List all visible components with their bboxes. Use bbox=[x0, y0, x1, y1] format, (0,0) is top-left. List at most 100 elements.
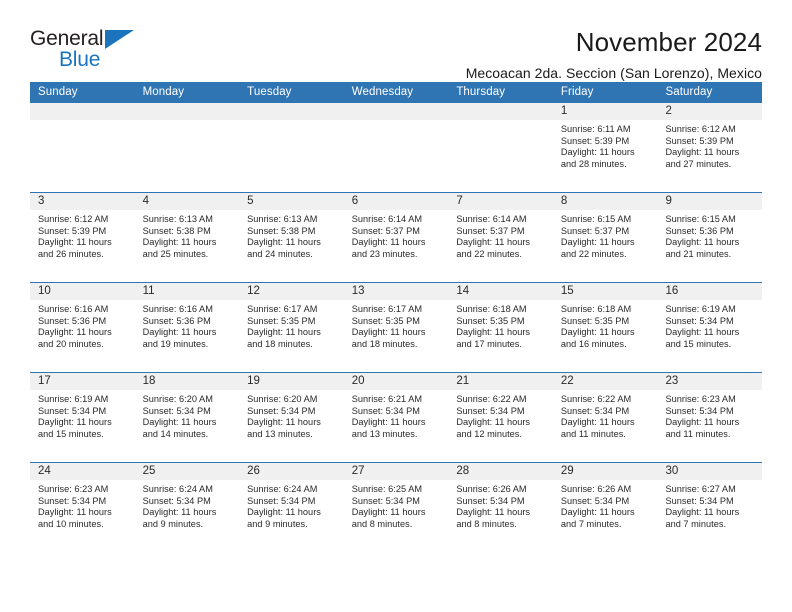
weekday-header-row: Sunday Monday Tuesday Wednesday Thursday… bbox=[30, 82, 762, 103]
calendar-grid: Sunday Monday Tuesday Wednesday Thursday… bbox=[30, 82, 763, 552]
calendar-day-cell[interactable]: 18 Sunrise: 6:20 AM Sunset: 5:34 PM Dayligh… bbox=[134, 373, 240, 462]
calendar-day-cell[interactable]: 24 Sunrise: 6:23 AM Sunset: 5:34 PM Dayligh… bbox=[30, 463, 135, 552]
day-number: 19 bbox=[239, 373, 344, 390]
generalblue-logo[interactable]: General Blue bbox=[30, 28, 142, 72]
calendar-day-cell[interactable]: 10 Sunrise: 6:16 AM Sunset: 5:36 PM Dayligh… bbox=[30, 283, 135, 372]
day-sunset-text: Sunset: 5:34 PM bbox=[142, 405, 211, 416]
calendar-day-cell[interactable]: 1 Sunrise: 6:11 AM Sunset: 5:39 PM Daylight… bbox=[552, 103, 658, 192]
day-sunset-text: Sunset: 5:34 PM bbox=[665, 495, 734, 506]
day-number: 20 bbox=[343, 373, 449, 390]
calendar-day-cell[interactable]: 27 Sunrise: 6:25 AM Sunset: 5:34 PM Dayligh… bbox=[343, 463, 449, 552]
calendar-day-cell[interactable]: 22 Sunrise: 6:22 AM Sunset: 5:34 PM Dayligh… bbox=[552, 373, 658, 462]
day-number: 25 bbox=[134, 463, 240, 480]
day-sunset-text: Sunset: 5:36 PM bbox=[665, 225, 734, 236]
day-number: 9 bbox=[657, 193, 763, 210]
day-sunrise-text: Sunrise: 6:15 AM bbox=[560, 214, 632, 224]
calendar-day-cell[interactable]: 30 Sunrise: 6:27 AM Sunset: 5:34 PM Dayligh… bbox=[657, 463, 763, 552]
day-sunset-text: Sunset: 5:36 PM bbox=[38, 315, 107, 326]
day-sunset-text: Sunset: 5:34 PM bbox=[351, 405, 420, 416]
calendar-day-cell[interactable]: 29 Sunrise: 6:26 AM Sunset: 5:34 PM Dayligh… bbox=[552, 463, 658, 552]
day-sunset-text: Sunset: 5:35 PM bbox=[560, 315, 630, 326]
calendar-day-cell[interactable]: 11 Sunrise: 6:16 AM Sunset: 5:36 PM Dayligh… bbox=[134, 283, 240, 372]
day-number: 23 bbox=[657, 373, 763, 390]
calendar-day-cell[interactable]: 4 Sunrise: 6:13 AM Sunset: 5:38 PM Daylight… bbox=[134, 193, 240, 282]
day-sun-info: Sunrise: 6:24 AM Sunset: 5:34 PM Daylight:… bbox=[239, 480, 344, 530]
day-number: 8 bbox=[552, 193, 658, 210]
day-number: 24 bbox=[30, 463, 135, 480]
day-daylight-line2-text: and 15 minutes. bbox=[38, 428, 104, 439]
day-daylight-line2-text: and 8 minutes. bbox=[351, 518, 413, 529]
day-sunrise-text: Sunrise: 6:20 AM bbox=[247, 394, 318, 404]
day-number bbox=[30, 103, 135, 120]
day-daylight-line2-text: and 27 minutes. bbox=[665, 158, 732, 169]
calendar-day-cell[interactable]: 2 Sunrise: 6:12 AM Sunset: 5:39 PM Daylight… bbox=[657, 103, 763, 192]
day-sun-info: Sunrise: 6:20 AM Sunset: 5:34 PM Daylight:… bbox=[239, 390, 344, 440]
calendar-day-cell[interactable]: 23 Sunrise: 6:23 AM Sunset: 5:34 PM Dayligh… bbox=[657, 373, 763, 462]
day-number: 11 bbox=[134, 283, 240, 300]
day-daylight-line1-text: Daylight: 11 hours bbox=[351, 327, 426, 338]
day-sunrise-text: Sunrise: 6:25 AM bbox=[351, 484, 423, 494]
page-subtitle: Mecoacan 2da. Seccion (San Lorenzo), Mex… bbox=[465, 65, 762, 82]
calendar-day-cell[interactable]: 28 Sunrise: 6:26 AM Sunset: 5:34 PM Dayligh… bbox=[448, 463, 553, 552]
day-sun-info: Sunrise: 6:19 AM Sunset: 5:34 PM Daylight:… bbox=[30, 390, 135, 440]
day-sunrise-text: Sunrise: 6:19 AM bbox=[665, 304, 736, 314]
calendar-day-cell[interactable]: 16 Sunrise: 6:19 AM Sunset: 5:34 PM Dayligh… bbox=[657, 283, 763, 372]
calendar-day-cell[interactable]: 5 Sunrise: 6:13 AM Sunset: 5:38 PM Daylight… bbox=[239, 193, 344, 282]
day-daylight-line2-text: and 11 minutes. bbox=[560, 428, 626, 439]
day-sunset-text: Sunset: 5:37 PM bbox=[351, 225, 420, 236]
logo-word-general: General bbox=[30, 27, 104, 50]
day-daylight-line1-text: Daylight: 11 hours bbox=[560, 327, 635, 338]
day-daylight-line1-text: Daylight: 11 hours bbox=[665, 237, 740, 248]
day-sun-info: Sunrise: 6:14 AM Sunset: 5:37 PM Daylight:… bbox=[448, 210, 553, 260]
day-sunrise-text: Sunrise: 6:16 AM bbox=[142, 304, 213, 314]
day-number bbox=[343, 103, 449, 120]
day-number: 29 bbox=[552, 463, 658, 480]
calendar-day-cell[interactable]: 19 Sunrise: 6:20 AM Sunset: 5:34 PM Dayligh… bbox=[239, 373, 344, 462]
logo-triangle-icon bbox=[105, 30, 134, 49]
day-daylight-line2-text: and 28 minutes. bbox=[560, 158, 627, 169]
day-sunrise-text: Sunrise: 6:13 AM bbox=[142, 214, 213, 224]
day-daylight-line2-text: and 21 minutes. bbox=[665, 248, 732, 259]
calendar-day-cell[interactable]: 15 Sunrise: 6:18 AM Sunset: 5:35 PM Dayligh… bbox=[552, 283, 658, 372]
day-number: 5 bbox=[239, 193, 344, 210]
day-daylight-line2-text: and 18 minutes. bbox=[247, 338, 313, 349]
day-daylight-line1-text: Daylight: 11 hours bbox=[38, 417, 112, 428]
day-sunrise-text: Sunrise: 6:22 AM bbox=[456, 394, 527, 404]
day-number: 1 bbox=[552, 103, 658, 120]
calendar-weeks: 1 Sunrise: 6:11 AM Sunset: 5:39 PM Daylight… bbox=[30, 103, 763, 552]
calendar-day-cell[interactable]: 3 Sunrise: 6:12 AM Sunset: 5:39 PM Daylight… bbox=[30, 193, 135, 282]
day-number: 2 bbox=[657, 103, 763, 120]
day-daylight-line2-text: and 18 minutes. bbox=[351, 338, 418, 349]
calendar-day-cell[interactable]: 17 Sunrise: 6:19 AM Sunset: 5:34 PM Dayligh… bbox=[30, 373, 135, 462]
day-number: 26 bbox=[239, 463, 344, 480]
calendar-day-cell[interactable]: 8 Sunrise: 6:15 AM Sunset: 5:37 PM Daylight… bbox=[552, 193, 658, 282]
day-sun-info: Sunrise: 6:26 AM Sunset: 5:34 PM Daylight:… bbox=[448, 480, 553, 530]
calendar-day-cell[interactable]: 20 Sunrise: 6:21 AM Sunset: 5:34 PM Dayligh… bbox=[343, 373, 449, 462]
day-sunset-text: Sunset: 5:37 PM bbox=[456, 225, 525, 236]
day-daylight-line1-text: Daylight: 11 hours bbox=[142, 237, 217, 248]
calendar-day-cell[interactable]: 9 Sunrise: 6:15 AM Sunset: 5:36 PM Daylight… bbox=[657, 193, 763, 282]
day-sun-info: Sunrise: 6:18 AM Sunset: 5:35 PM Daylight:… bbox=[553, 300, 658, 350]
day-sunrise-text: Sunrise: 6:26 AM bbox=[456, 484, 527, 494]
day-sun-info: Sunrise: 6:13 AM Sunset: 5:38 PM Daylight:… bbox=[239, 210, 344, 260]
day-sun-info: Sunrise: 6:15 AM Sunset: 5:36 PM Daylight:… bbox=[657, 210, 762, 260]
day-sun-info: Sunrise: 6:18 AM Sunset: 5:35 PM Daylight:… bbox=[448, 300, 553, 350]
calendar-day-cell[interactable]: 14 Sunrise: 6:18 AM Sunset: 5:35 PM Dayligh… bbox=[448, 283, 553, 372]
calendar-day-cell[interactable]: 13 Sunrise: 6:17 AM Sunset: 5:35 PM Dayligh… bbox=[343, 283, 449, 372]
calendar-day-cell[interactable]: 21 Sunrise: 6:22 AM Sunset: 5:34 PM Dayligh… bbox=[448, 373, 553, 462]
calendar-day-cell[interactable]: 26 Sunrise: 6:24 AM Sunset: 5:34 PM Dayligh… bbox=[239, 463, 344, 552]
day-sunset-text: Sunset: 5:34 PM bbox=[247, 495, 316, 506]
day-sun-info: Sunrise: 6:22 AM Sunset: 5:34 PM Daylight:… bbox=[553, 390, 658, 440]
day-number: 7 bbox=[448, 193, 553, 210]
weekday-saturday: Saturday bbox=[665, 86, 713, 98]
calendar-day-cell[interactable]: 25 Sunrise: 6:24 AM Sunset: 5:34 PM Dayligh… bbox=[134, 463, 240, 552]
calendar-day-cell[interactable]: 7 Sunrise: 6:14 AM Sunset: 5:37 PM Daylight… bbox=[448, 193, 553, 282]
day-sun-info: Sunrise: 6:19 AM Sunset: 5:34 PM Daylight:… bbox=[657, 300, 762, 350]
day-number: 15 bbox=[552, 283, 658, 300]
day-daylight-line2-text: and 22 minutes. bbox=[456, 248, 522, 259]
day-number: 6 bbox=[343, 193, 449, 210]
calendar-day-cell[interactable]: 6 Sunrise: 6:14 AM Sunset: 5:37 PM Daylight… bbox=[343, 193, 449, 282]
day-number: 27 bbox=[343, 463, 449, 480]
day-number: 18 bbox=[134, 373, 240, 390]
calendar-day-cell[interactable]: 12 Sunrise: 6:17 AM Sunset: 5:35 PM Dayligh… bbox=[239, 283, 344, 372]
